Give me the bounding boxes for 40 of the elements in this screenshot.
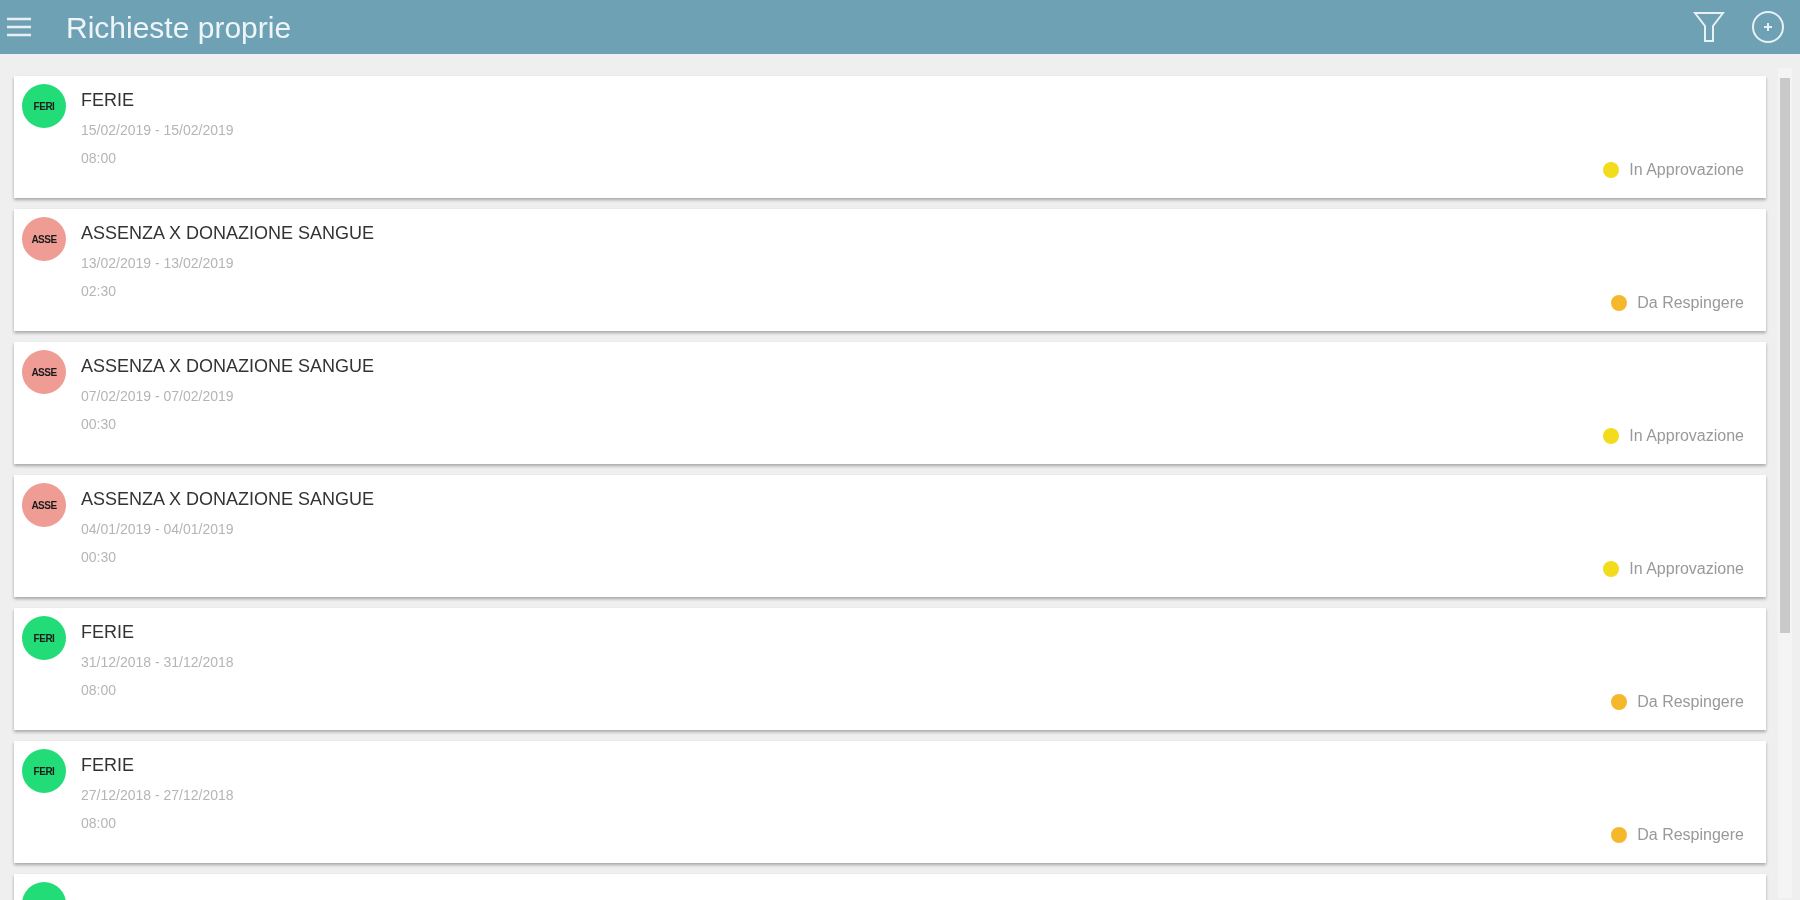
avatar-badge: ASSE (22, 350, 66, 394)
date-range: 13/02/2019 - 13/02/2019 (81, 254, 235, 272)
status-label: Da Respingere (1637, 293, 1744, 313)
add-icon[interactable] (1750, 9, 1786, 45)
request-card[interactable]: FERI FERIE 15/02/2019 - 15/02/2019 08:00 In Approvazione (14, 76, 1766, 198)
avatar-badge: FERI (22, 616, 66, 660)
date-range: 07/02/2019 - 07/02/2019 (81, 387, 235, 405)
request-title: FERIE (81, 754, 135, 776)
avatar-badge: ASSE (22, 217, 66, 261)
date-range: 27/12/2018 - 27/12/2018 (81, 786, 234, 804)
duration: 08:00 (81, 149, 118, 167)
request-title: FERIE (81, 89, 135, 111)
date-range: 15/02/2019 - 15/02/2019 (81, 121, 234, 139)
status-label: Da Respingere (1637, 692, 1744, 712)
status-label: In Approvazione (1629, 426, 1744, 446)
request-card[interactable]: FERI FERIE 27/12/2018 - 27/12/2018 08:00 Da Respingere (14, 741, 1766, 863)
request-card[interactable]: ASSE ASSENZA X DONAZIONE SANGUE 04/01/2019 - 04/01/2019 00:30 In Approvazione (14, 475, 1766, 597)
duration: 00:30 (81, 415, 118, 433)
request-card[interactable]: ASSE ASSENZA X DONAZIONE SANGUE 07/02/2019 - 07/02/2019 00:30 In Approvazione (14, 342, 1766, 464)
duration: 02:30 (81, 282, 118, 300)
status-label: In Approvazione (1629, 160, 1744, 180)
avatar-badge: ASSE (22, 483, 66, 527)
filter-icon[interactable] (1692, 10, 1726, 44)
avatar-badge: FERI (22, 84, 66, 128)
status-label: Da Respingere (1637, 825, 1744, 845)
page-title: Richieste proprie (66, 9, 292, 46)
request-title: FERIE (81, 621, 135, 643)
duration: 00:30 (81, 548, 118, 566)
date-range: 04/01/2019 - 04/01/2019 (81, 520, 235, 538)
status-label: In Approvazione (1629, 559, 1744, 579)
request-title: ASSENZA X DONAZIONE SANGUE (81, 488, 375, 510)
request-card[interactable]: ASSE ASSENZA X DONAZIONE SANGUE 13/02/2019 - 13/02/2019 02:30 Da Respingere (14, 209, 1766, 331)
avatar-badge: FERI (22, 749, 66, 793)
request-title: ASSENZA X DONAZIONE SANGUE (81, 355, 375, 377)
request-title: ASSENZA X DONAZIONE SANGUE (81, 222, 375, 244)
date-range: 31/12/2018 - 31/12/2018 (81, 653, 234, 671)
duration: 08:00 (81, 814, 118, 832)
duration: 08:00 (81, 681, 118, 699)
scrollbar[interactable] (1778, 68, 1792, 898)
request-card[interactable]: FERI FERIE 31/12/2018 - 31/12/2018 08:00 Da Respingere (14, 608, 1766, 730)
